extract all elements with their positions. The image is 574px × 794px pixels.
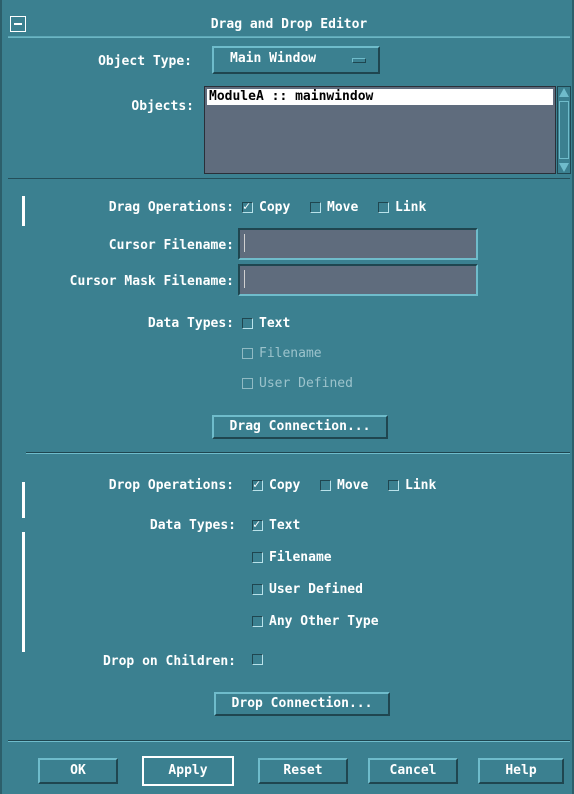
checkbox-icon [252, 552, 263, 563]
checkbox-label: Move [327, 200, 359, 215]
drop-on-children-checkbox[interactable] [252, 654, 269, 665]
drag-drop-editor-window: Drag and Drop Editor Object Type: Main W… [0, 0, 574, 794]
cursor-mask-filename-field[interactable] [238, 264, 478, 296]
checkbox-label: Filename [259, 346, 322, 361]
objects-list[interactable]: ModuleA :: mainwindow [204, 86, 556, 174]
drop-copy-checkbox[interactable]: Copy [252, 477, 301, 493]
checkbox-icon [320, 480, 331, 491]
list-item[interactable]: ModuleA :: mainwindow [207, 89, 553, 105]
drop-operations-label: Drop Operations: [108, 478, 234, 493]
checkbox-icon [252, 616, 263, 627]
action-bar-divider [8, 740, 570, 742]
window-title: Drag and Drop Editor [210, 17, 368, 32]
cancel-button[interactable]: Cancel [368, 758, 458, 784]
drop-section-indicator-bottom [22, 532, 25, 652]
checkbox-icon [242, 318, 253, 329]
checkbox-checked-icon [252, 477, 263, 491]
objects-label: Objects: [131, 99, 194, 114]
scroll-up-arrow-icon[interactable] [559, 88, 569, 97]
checkbox-label: User Defined [269, 582, 363, 597]
text-caret [244, 270, 245, 288]
drag-link-checkbox[interactable]: Link [378, 200, 426, 215]
cursor-filename-field[interactable] [238, 228, 478, 260]
checkbox-checked-icon [242, 199, 253, 213]
drop-link-checkbox[interactable]: Link [388, 478, 436, 493]
drop-filename-checkbox[interactable]: Filename [252, 550, 332, 565]
drop-move-checkbox[interactable]: Move [320, 478, 368, 493]
checkbox-label: Copy [269, 478, 301, 493]
checkbox-label: Filename [269, 550, 332, 565]
help-button[interactable]: Help [478, 758, 564, 784]
object-type-option-menu[interactable]: Main Window [212, 46, 380, 74]
drop-on-children-label: Drop on Children: [102, 654, 236, 669]
option-menu-indicator-icon [352, 58, 366, 63]
cursor-mask-filename-label: Cursor Mask Filename: [69, 274, 234, 289]
checkbox-icon [252, 654, 263, 665]
drag-connection-button[interactable]: Drag Connection... [212, 415, 388, 439]
checkbox-label: Text [269, 518, 301, 533]
ok-button[interactable]: OK [38, 758, 118, 784]
drag-copy-checkbox[interactable]: Copy [242, 199, 291, 215]
checkbox-icon [242, 378, 253, 389]
checkbox-icon [252, 584, 263, 595]
checkbox-checked-icon [252, 517, 263, 531]
object-type-label: Object Type: [98, 54, 192, 69]
drop-user-defined-checkbox[interactable]: User Defined [252, 582, 363, 597]
drag-operations-label: Drag Operations: [108, 200, 234, 215]
checkbox-label: Move [337, 478, 369, 493]
section-divider [26, 452, 570, 454]
title-bar[interactable]: Drag and Drop Editor [8, 14, 570, 37]
scroll-down-arrow-icon[interactable] [559, 163, 569, 172]
drag-text-checkbox[interactable]: Text [242, 316, 290, 331]
checkbox-label: Text [259, 316, 291, 331]
reset-button[interactable]: Reset [258, 758, 348, 784]
drag-filename-checkbox: Filename [242, 346, 322, 361]
drag-user-defined-checkbox: User Defined [242, 376, 353, 391]
checkbox-icon [242, 348, 253, 359]
object-type-value: Main Window [230, 51, 317, 66]
text-caret [244, 234, 245, 252]
drop-data-types-label: Data Types: [149, 518, 236, 533]
drop-connection-button[interactable]: Drop Connection... [214, 692, 390, 716]
checkbox-label: Any Other Type [269, 614, 379, 629]
drag-data-types-label: Data Types: [147, 316, 234, 331]
cursor-filename-label: Cursor Filename: [108, 238, 234, 253]
checkbox-icon [310, 202, 321, 213]
checkbox-icon [378, 202, 389, 213]
checkbox-label: Link [395, 200, 427, 215]
scroll-thumb[interactable] [559, 101, 569, 159]
drag-move-checkbox[interactable]: Move [310, 200, 358, 215]
checkbox-label: Copy [259, 200, 291, 215]
objects-list-scrollbar[interactable] [557, 86, 571, 174]
checkbox-icon [388, 480, 399, 491]
checkbox-label: Link [405, 478, 437, 493]
checkbox-label: User Defined [259, 376, 353, 391]
drop-text-checkbox[interactable]: Text [252, 517, 301, 533]
apply-button[interactable]: Apply [142, 756, 234, 786]
drop-any-other-type-checkbox[interactable]: Any Other Type [252, 614, 379, 629]
